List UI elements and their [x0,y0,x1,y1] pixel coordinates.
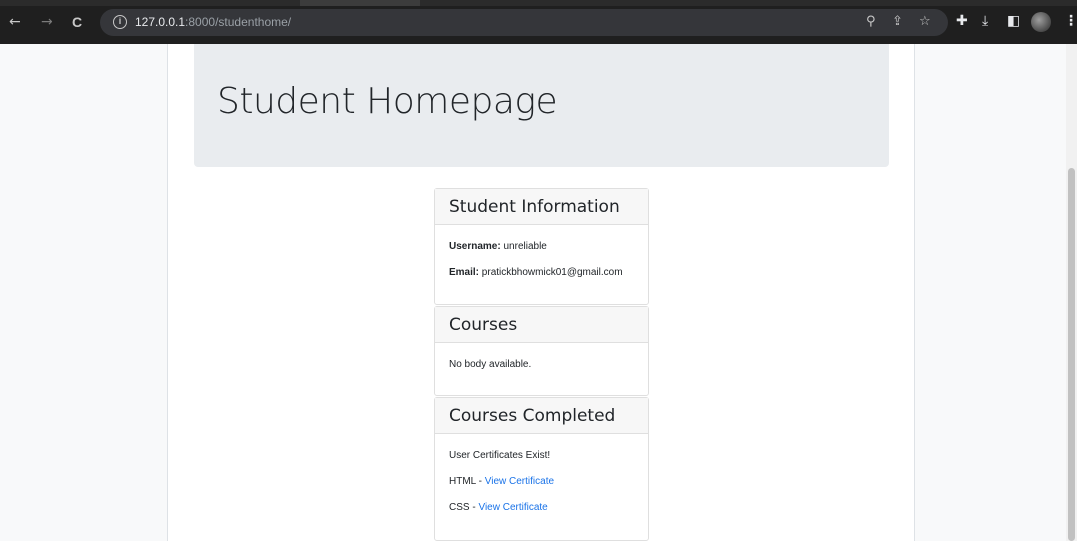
card-header: Courses [435,307,648,343]
view-certificate-link[interactable]: View Certificate [485,476,554,487]
separator: - [475,476,485,487]
extensions-icon[interactable]: ✚ [956,13,968,29]
certificates-status: User Certificates Exist! [449,450,551,461]
courses-completed-card: Courses Completed User Certificates Exis… [434,397,649,541]
email-row: Email: pratickbhowmick01@gmail.com [449,266,623,279]
reload-icon[interactable]: C [72,15,82,29]
url-text[interactable]: 127.0.0.1:8000/studenthome/ [135,15,291,30]
url-host: 127.0.0.1 [135,15,186,29]
profile-avatar[interactable] [1031,12,1051,32]
certificate-row: CSS - View Certificate [449,501,548,514]
scrollbar-thumb[interactable] [1068,168,1075,541]
email-label: Email: [449,267,480,278]
zoom-icon[interactable]: ⚲ [866,13,876,31]
tab-strip [0,0,1077,6]
jumbotron: Student Homepage [194,44,889,167]
card-title: Student Information [449,197,620,217]
url-path: :8000/studenthome/ [185,15,292,29]
username-label: Username: [449,241,501,252]
forward-icon[interactable]: → [41,15,53,29]
username-row: Username: unreliable [449,240,547,253]
courses-empty-text: No body available. [449,359,532,370]
download-icon[interactable]: ⤓ [982,13,988,29]
student-info-card: Student Information Username: unreliable… [434,188,649,305]
menu-icon[interactable]: ⋮ [1064,13,1077,29]
email-value: pratickbhowmick01@gmail.com [481,267,623,278]
card-header: Courses Completed [435,398,648,434]
card-title: Courses [449,315,518,335]
card-title: Courses Completed [449,406,616,426]
back-icon[interactable]: ← [9,15,21,29]
site-info-icon[interactable]: i [113,15,127,29]
side-panel-icon[interactable]: ◧ [1007,13,1020,29]
browser-toolbar: ← → C i 127.0.0.1:8000/studenthome/ ⚲ ⇪ … [0,0,1077,44]
view-certificate-link[interactable]: View Certificate [478,502,547,513]
address-bar[interactable]: i 127.0.0.1:8000/studenthome/ ⚲ ⇪ ☆ [100,9,948,36]
page-viewport: Student Homepage Student Information Use… [0,44,1077,541]
course-name: CSS [449,502,470,513]
share-icon[interactable]: ⇪ [892,13,903,31]
active-tab-edge[interactable] [300,0,420,6]
courses-card: Courses No body available. [434,306,649,396]
page-title: Student Homepage [217,81,558,122]
page-scrollbar[interactable] [1066,44,1077,541]
main-container: Student Homepage Student Information Use… [167,44,915,541]
username-value: unreliable [503,241,547,252]
bookmark-star-icon[interactable]: ☆ [919,13,931,31]
card-header: Student Information [435,189,648,225]
certificate-row: HTML - View Certificate [449,475,554,488]
course-name: HTML [449,476,476,487]
